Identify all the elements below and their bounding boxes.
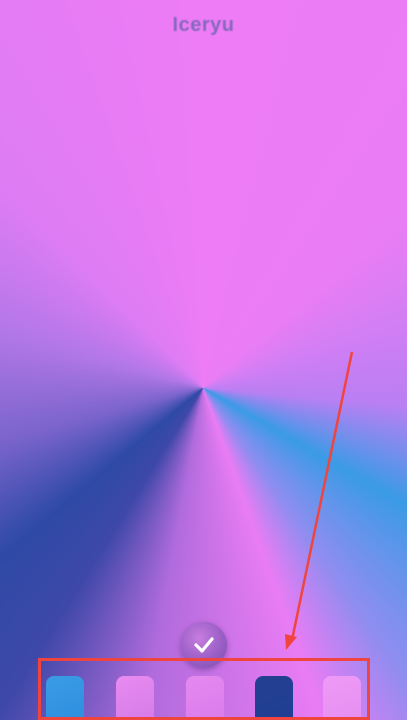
wallpaper-preview — [0, 0, 407, 720]
screen: Iceryu — [0, 0, 407, 720]
app-title: Iceryu — [172, 14, 235, 36]
annotation-highlight-box — [38, 658, 370, 720]
checkmark-icon — [194, 637, 214, 653]
